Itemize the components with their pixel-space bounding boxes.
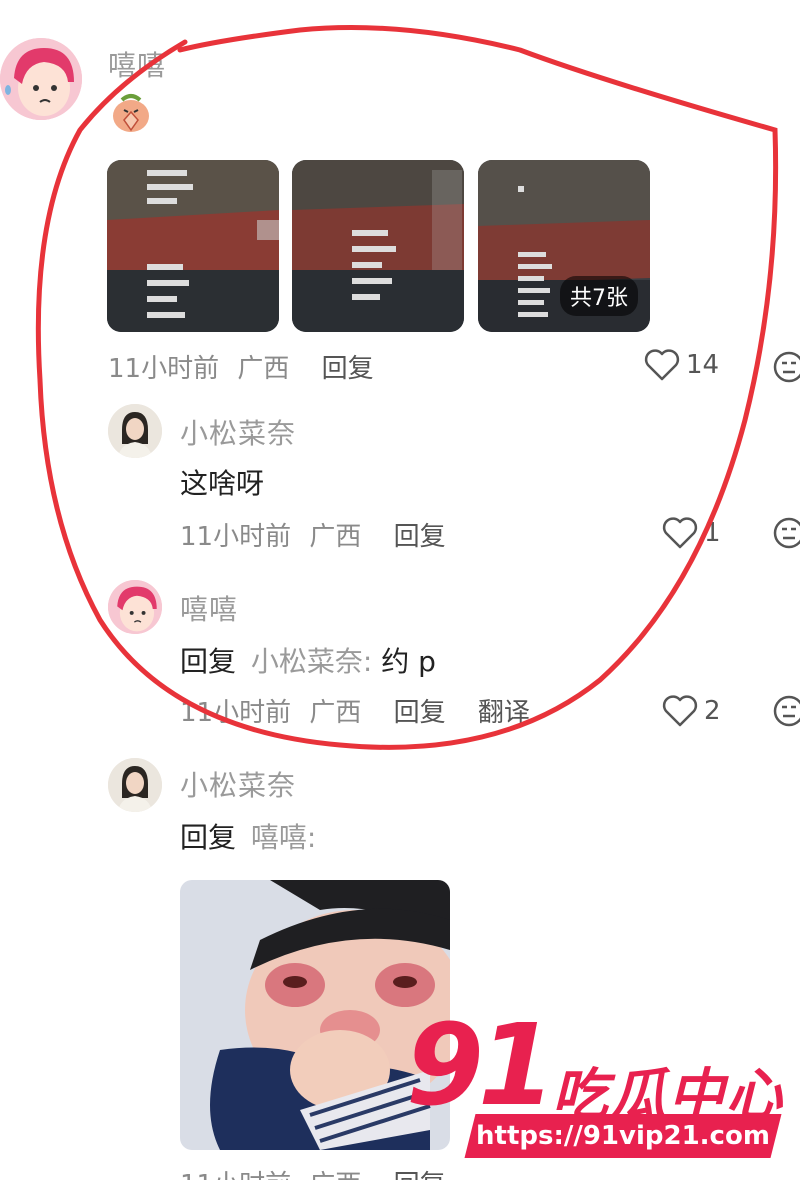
watermark-logo: 91 吃瓜中心 https://91vip21.com (400, 1010, 790, 1170)
reply-author[interactable]: 小松菜奈 (180, 764, 296, 804)
like-count: 1 (704, 518, 721, 548)
watermark-url-text: https://91vip21.com (476, 1121, 770, 1151)
dislike-face-icon[interactable] (772, 350, 800, 384)
screenshot-photo-icon (292, 160, 464, 332)
reply-button[interactable]: 回复 (322, 348, 374, 385)
reply-location: 广西 (309, 1164, 361, 1180)
reply-location: 广西 (309, 698, 362, 728)
heart-icon (662, 517, 698, 549)
reply-location: 广西 (309, 522, 362, 552)
mention-link[interactable]: 小松菜奈: (251, 645, 372, 678)
like-button[interactable]: 14 (644, 348, 719, 382)
heart-icon (662, 695, 698, 727)
avatar[interactable] (108, 758, 162, 812)
comment-location: 广西 (237, 354, 290, 384)
reply-prefix: 回复 (180, 821, 237, 854)
comment-image-2[interactable] (292, 160, 464, 332)
cartoon-girl-avatar-icon (0, 38, 82, 120)
dislike-face-icon[interactable] (772, 694, 800, 728)
reply-text: 回复 小松菜奈: 约 p (180, 640, 436, 680)
comment-meta: 11小时前 广西 回复 (108, 348, 374, 385)
reply-prefix: 回复 (180, 645, 237, 678)
praying-emoji-icon (108, 90, 154, 134)
like-button[interactable]: 1 (662, 516, 721, 550)
translate-button[interactable]: 翻译 (478, 692, 530, 729)
watermark-number: 91 (406, 1001, 556, 1131)
reply-author[interactable]: 小松菜奈 (180, 412, 296, 452)
image-count-badge: 共7张 (560, 276, 638, 316)
comment-image-1[interactable] (107, 160, 279, 332)
avatar[interactable] (108, 404, 162, 458)
like-count: 14 (686, 350, 720, 380)
reply-meta: 11小时前 广西 回复 翻译 (180, 692, 530, 729)
reply-text: 这啥呀 (180, 467, 265, 500)
comment-author[interactable]: 嘻嘻 (108, 44, 166, 84)
comment-thread: 嘻嘻 共7张 11小时前 广西 回复 14 小松菜奈 这啥呀 11小时前 广西 … (0, 0, 800, 1180)
avatar[interactable] (108, 580, 162, 634)
reply-time: 11小时前 (180, 522, 292, 552)
comment-time: 11小时前 (108, 354, 220, 384)
dislike-face-icon[interactable] (772, 516, 800, 550)
mention-link[interactable]: 嘻嘻: (251, 821, 316, 854)
avatar[interactable] (0, 38, 82, 120)
reply-button[interactable]: 回复 (394, 692, 446, 729)
reply-text: 回复 嘻嘻: (180, 816, 316, 856)
like-button[interactable]: 2 (662, 694, 721, 728)
screenshot-photo-icon (107, 160, 279, 332)
reply-time: 11小时前 (180, 698, 292, 728)
woman-photo-avatar-icon (108, 404, 162, 458)
cartoon-girl-avatar-icon (108, 580, 162, 634)
reply-meta: 11小时前 广西 回复 (180, 516, 446, 553)
reply-author[interactable]: 嘻嘻 (180, 588, 238, 628)
heart-icon (644, 349, 680, 381)
reply-button[interactable]: 回复 (394, 516, 446, 553)
comment-image-3[interactable]: 共7张 (478, 160, 650, 332)
like-count: 2 (704, 696, 721, 726)
woman-photo-avatar-icon (108, 758, 162, 812)
reply-body: 约 p (381, 645, 436, 678)
reply-time: 11小时前 (180, 1164, 291, 1180)
watermark-url: https://91vip21.com (464, 1114, 782, 1158)
